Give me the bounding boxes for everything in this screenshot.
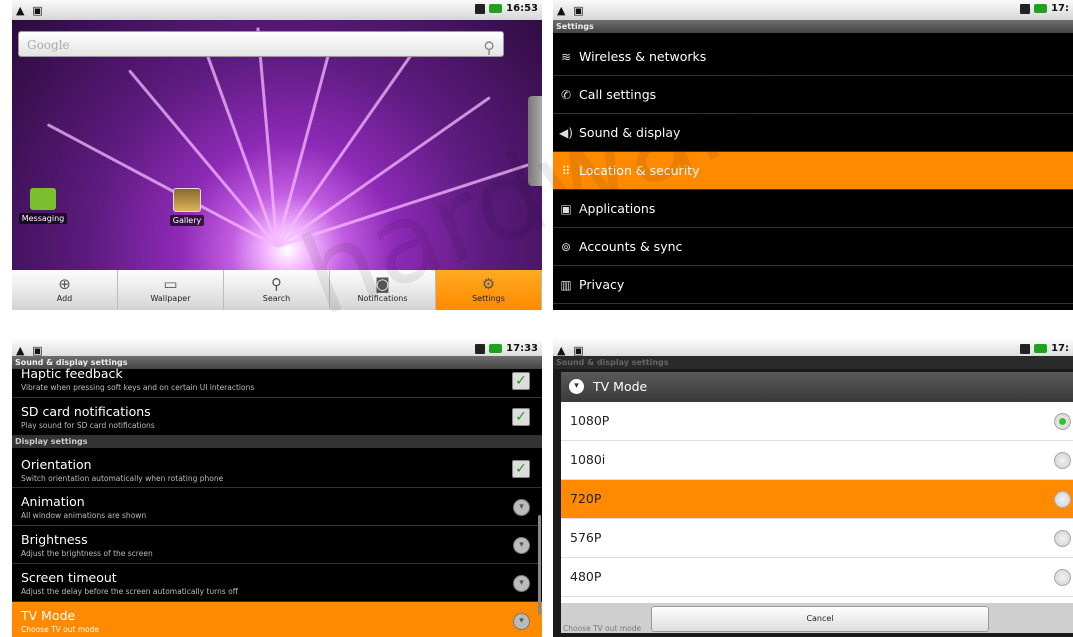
settings-item-applications[interactable]: ▣ Applications: [553, 190, 1073, 228]
pref-tv-mode[interactable]: TV Mode Choose TV out mode ▾: [12, 602, 542, 637]
sim-icon: [1020, 3, 1031, 14]
radio-button[interactable]: [1054, 530, 1071, 547]
tv-mode-panel: ▲ ▣ 17: Sound & display settings ▾ TV Mo…: [553, 340, 1073, 637]
underlying-summary: Choose TV out mode: [563, 624, 642, 633]
chevron-down-icon: ▾: [513, 499, 530, 516]
chevron-down-icon: ▾: [513, 613, 530, 630]
image-icon: ▭: [163, 275, 178, 293]
pref-animation[interactable]: Animation All window animations are show…: [12, 488, 542, 526]
orientation-checkbox[interactable]: ✓: [512, 460, 530, 478]
wifi-icon: ≋: [560, 49, 572, 64]
search-icon[interactable]: ⚲: [483, 35, 495, 61]
dock-wallpaper[interactable]: ▭ Wallpaper: [118, 270, 224, 310]
sync-icon: ⊚: [560, 239, 572, 254]
status-time: 16:53: [506, 3, 538, 14]
privacy-icon: ▥: [560, 277, 572, 292]
pref-haptic-feedback[interactable]: Haptic feedback Vibrate when pressing so…: [12, 366, 542, 398]
chevron-down-icon: ▾: [569, 379, 584, 394]
gallery-shortcut[interactable]: Gallery: [160, 188, 214, 226]
settings-item-call[interactable]: ✆ Call settings: [553, 76, 1073, 114]
pref-orientation[interactable]: Orientation Switch orientation automatic…: [12, 449, 542, 488]
settings-item-sound[interactable]: ◀) Sound & display: [553, 114, 1073, 152]
settings-panel: ▲ ▣ 17: Settings ≋ Wireless & networks ✆ C…: [553, 0, 1073, 310]
chevron-down-icon: ▾: [513, 537, 530, 554]
search-placeholder: Google: [27, 38, 70, 52]
sim-icon: [475, 343, 486, 354]
settings-item-accounts[interactable]: ⊚ Accounts & sync: [553, 228, 1073, 266]
grid-icon: ⠿: [561, 163, 571, 178]
notification-icon: ◙: [375, 275, 390, 293]
pref-sd-card-notifications[interactable]: SD card notifications Play sound for SD …: [12, 398, 542, 436]
gear-icon: ⚙: [481, 275, 496, 293]
battery-icon: [1034, 344, 1048, 353]
dialog-title: ▾ TV Mode: [561, 372, 1073, 402]
cancel-button[interactable]: Cancel: [651, 606, 989, 632]
status-bar: ▲ ▣ 16:53: [12, 0, 542, 20]
search-icon: ⚲: [271, 275, 282, 293]
phone-icon: ✆: [560, 87, 572, 102]
option-576p[interactable]: 576P: [561, 519, 1073, 558]
radio-button[interactable]: [1054, 452, 1071, 469]
option-1080p[interactable]: 1080P: [561, 402, 1073, 441]
dock-settings[interactable]: ⚙ Settings: [436, 270, 542, 310]
applications-icon: ▣: [560, 201, 572, 216]
pref-screen-timeout[interactable]: Screen timeout Adjust the delay before t…: [12, 564, 542, 602]
sim-icon: [475, 3, 486, 14]
app-drawer-handle[interactable]: [528, 96, 542, 186]
page-title: Sound & display settings: [553, 356, 1073, 369]
gallery-icon: [173, 188, 201, 212]
messaging-shortcut[interactable]: Messaging: [16, 188, 70, 224]
google-search-bar[interactable]: Google ⚲: [18, 31, 504, 57]
scrollbar[interactable]: [538, 515, 541, 615]
section-display-settings: Display settings: [12, 436, 542, 448]
sd-card-checkbox[interactable]: ✓: [512, 408, 530, 426]
chevron-down-icon: ▾: [513, 575, 530, 592]
plus-icon: ⊕: [58, 275, 71, 293]
battery-icon: [489, 344, 503, 353]
option-1080i[interactable]: 1080i: [561, 441, 1073, 480]
radio-button[interactable]: [1054, 569, 1071, 586]
tv-mode-dialog: ▾ TV Mode 1080P 1080i 720P 576P 480P Can…: [561, 372, 1073, 633]
option-720p[interactable]: 720P: [561, 480, 1073, 519]
haptic-checkbox[interactable]: ✓: [512, 372, 530, 390]
dock-add[interactable]: ⊕ Add: [12, 270, 118, 310]
status-bar: ▲ ▣ 17:: [553, 0, 1073, 20]
settings-item-privacy[interactable]: ▥ Privacy: [553, 266, 1073, 304]
battery-icon: [1034, 4, 1048, 13]
notification-icons: ▲ ▣: [557, 4, 586, 17]
sim-icon: [1020, 343, 1031, 354]
dock-notifications[interactable]: ◙ Notifications: [330, 270, 436, 310]
settings-item-location[interactable]: ⠿ Location & security: [553, 152, 1073, 190]
radio-button[interactable]: [1054, 491, 1071, 508]
add-menu-dock: ⊕ Add ▭ Wallpaper ⚲ Search ◙ Notifications ⚙…: [12, 270, 542, 310]
option-480p[interactable]: 480P: [561, 558, 1073, 597]
radio-button-selected[interactable]: [1054, 413, 1071, 430]
pref-brightness[interactable]: Brightness Adjust the brightness of the …: [12, 526, 542, 564]
speaker-icon: ◀): [559, 125, 573, 140]
battery-icon: [489, 4, 503, 13]
sound-display-panel: ▲ ▣ 17:33 Sound & display settings Hapti…: [12, 340, 542, 637]
plasma-wallpaper: [12, 20, 542, 270]
notification-icons: ▲ ▣: [16, 4, 45, 17]
dock-search[interactable]: ⚲ Search: [224, 270, 330, 310]
messaging-icon: [30, 188, 56, 210]
settings-item-wireless[interactable]: ≋ Wireless & networks: [553, 38, 1073, 76]
home-screen-panel: ▲ ▣ 16:53 Google ⚲ Messaging Gallery ⊕ Ad…: [12, 0, 542, 310]
page-title: Settings: [553, 20, 1073, 33]
